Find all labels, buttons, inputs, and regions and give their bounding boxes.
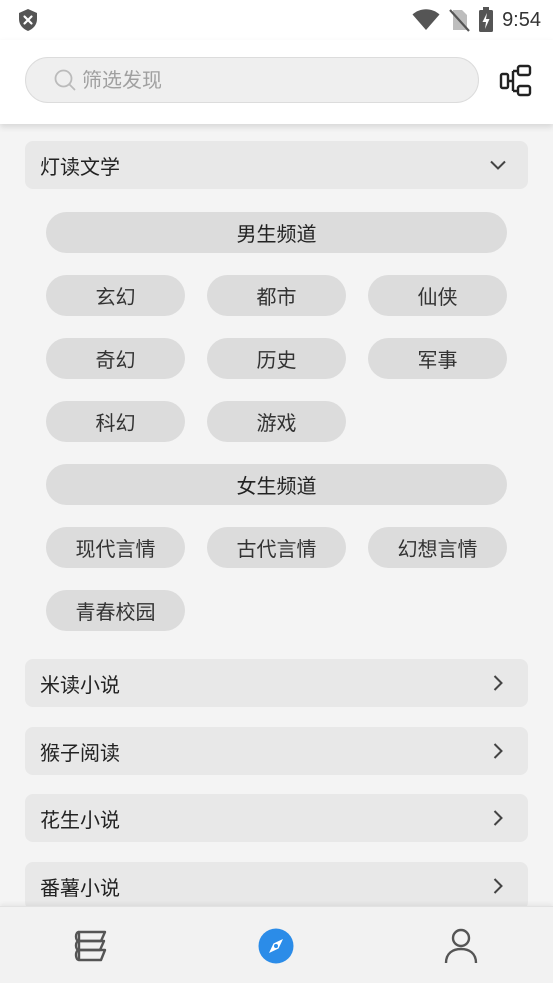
tag-chip[interactable]: 游戏 (207, 401, 346, 442)
tag-chip[interactable]: 玄幻 (46, 275, 185, 316)
shield-x-icon (19, 9, 37, 31)
tag-chip[interactable]: 青春校园 (46, 590, 185, 631)
section-title: 猴子阅读 (40, 740, 120, 765)
section-title: 花生小说 (40, 807, 120, 832)
status-bar: 9:54 (0, 0, 553, 40)
tag-chip[interactable]: 奇幻 (46, 338, 185, 379)
search-icon (54, 69, 76, 91)
bottom-navigation (0, 906, 553, 983)
chevron-right-icon (493, 675, 503, 691)
section-title: 米读小说 (40, 672, 120, 697)
search-input[interactable] (82, 68, 442, 92)
tree-structure-icon[interactable] (499, 64, 533, 98)
channel-button-female[interactable]: 女生频道 (46, 464, 507, 505)
section-title: 番薯小说 (40, 875, 120, 900)
bookshelf-icon[interactable] (73, 927, 111, 965)
chevron-right-icon (493, 810, 503, 826)
section-header-huasheng[interactable]: 花生小说 (25, 794, 528, 842)
tag-chip[interactable]: 军事 (368, 338, 507, 379)
source-list[interactable]: 灯读文学 男生频道 玄幻 都市 仙侠 奇幻 历史 军事 科幻 游戏 女生频道 现… (0, 124, 553, 906)
chevron-right-icon (493, 878, 503, 894)
chevron-down-icon (490, 160, 506, 170)
compass-icon[interactable] (257, 927, 295, 965)
chevron-right-icon (493, 743, 503, 759)
section-header-dengdu[interactable]: 灯读文学 (25, 141, 528, 189)
section-header-midu[interactable]: 米读小说 (25, 659, 528, 707)
tag-chip[interactable]: 幻想言情 (368, 527, 507, 568)
channel-button-male[interactable]: 男生频道 (46, 212, 507, 253)
tag-chip[interactable]: 历史 (207, 338, 346, 379)
tag-chip[interactable]: 仙侠 (368, 275, 507, 316)
section-title: 灯读文学 (40, 154, 120, 179)
section-header-fanshu[interactable]: 番薯小说 (25, 862, 528, 906)
tag-chip[interactable]: 都市 (207, 275, 346, 316)
person-icon[interactable] (442, 927, 480, 965)
battery-charging-icon (479, 7, 494, 32)
clock-time: 9:54 (502, 8, 541, 31)
no-sim-icon (449, 9, 470, 32)
search-box[interactable] (25, 57, 479, 103)
tag-chip[interactable]: 科幻 (46, 401, 185, 442)
top-bar (0, 40, 553, 124)
tag-chip[interactable]: 现代言情 (46, 527, 185, 568)
wifi-icon (412, 9, 440, 30)
tag-chip[interactable]: 古代言情 (207, 527, 346, 568)
section-header-houzi[interactable]: 猴子阅读 (25, 727, 528, 775)
